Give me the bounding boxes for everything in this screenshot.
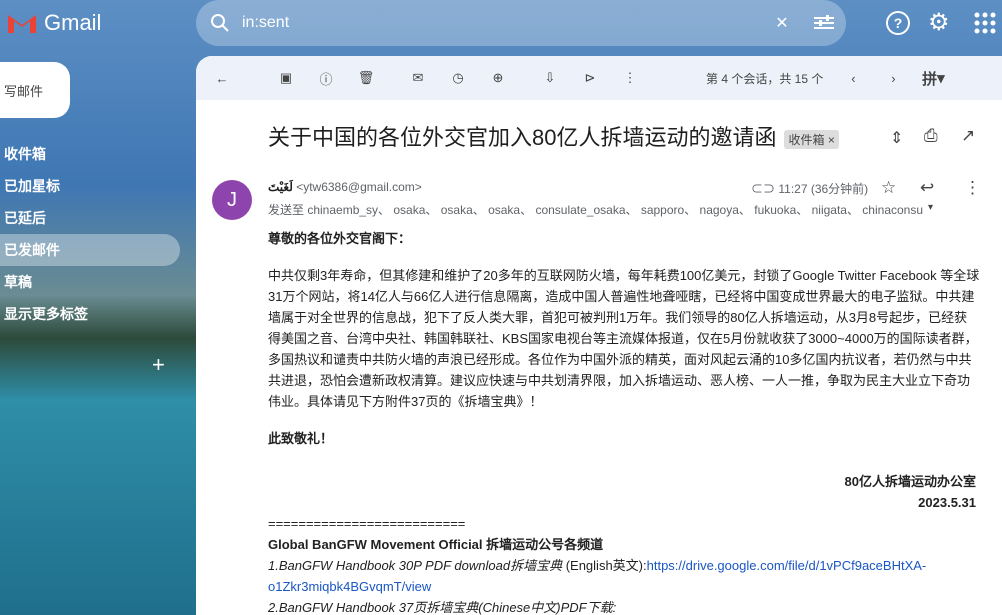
top-bar: Gmail in:sent ✕ ? ⚙ (0, 0, 1002, 46)
pager-text: 第 4 个会话，共 15 个 (706, 71, 824, 86)
chevron-left-icon[interactable]: ‹ (833, 58, 873, 98)
snooze-clock-icon[interactable]: ◷ (438, 58, 478, 98)
message-toolbar: ← ▣ ⓘ 🗑 ✉ ◷ ⊕ ⇩ ⊳ ⋮ 第 4 个会话，共 15 个 ‹ › 拼… (196, 56, 1002, 100)
link-1-lang: (English英文): (562, 558, 647, 573)
sender-line: لَغَيْتَ <ytw6386@gmail.com> (268, 180, 422, 194)
email-subject: 关于中国的各位外交官加入80亿人拆墙运动的邀请函 收件箱 × (268, 120, 839, 152)
separator: ========================== (268, 516, 466, 531)
link-item-2: 2.BanGFW Handbook 37页拆墙宝典(Chinese中文)PDF下… (268, 600, 617, 615)
add-task-icon[interactable]: ⊕ (478, 58, 518, 98)
attachment-icon: ⊂⊃ (751, 182, 776, 196)
app-name: Gmail (44, 10, 102, 35)
avatar[interactable]: J (212, 180, 252, 220)
more-vert-icon[interactable]: ⋮ (610, 58, 650, 98)
compose-button[interactable]: 写邮件 (0, 62, 70, 118)
search-icon[interactable] (210, 13, 230, 33)
show-details-icon[interactable]: ▾ (928, 202, 933, 213)
archive-icon[interactable]: ▣ (266, 58, 306, 98)
sender-email: <ytw6386@gmail.com> (296, 180, 422, 194)
add-label-icon[interactable]: + (152, 352, 165, 378)
email-body: 尊敬的各位外交官阁下： 中共仅剩3年寿命，但其修建和维护了20多年的互联网防火墙… (268, 228, 980, 615)
report-spam-icon[interactable]: ⓘ (306, 58, 346, 98)
chevron-right-icon[interactable]: › (873, 58, 913, 98)
closing: 此致敬礼！ (268, 431, 334, 446)
star-icon[interactable]: ☆ (881, 178, 896, 198)
date: 2023.5.31 (918, 495, 976, 510)
sender-name[interactable]: لَغَيْتَ (268, 180, 293, 194)
body-paragraph: 中共仅剩3年寿命，但其修建和维护了20多年的互联网防火墙，每年耗费100亿美元，… (268, 268, 980, 409)
channels-title: Global BanGFW Movement Official 拆墙运动公号各频… (268, 537, 604, 552)
sidebar-item-snoozed[interactable]: 已延后 (0, 202, 180, 234)
timestamp: ⊂⊃ 11:27 (36分钟前) (751, 180, 868, 197)
gmail-logo[interactable]: Gmail (6, 10, 101, 36)
gmail-icon (8, 15, 36, 33)
open-new-window-icon[interactable]: ↗ (961, 126, 975, 146)
signature: 80亿人拆墙运动办公室 (844, 474, 976, 489)
search-bar[interactable]: in:sent ✕ (196, 0, 846, 46)
sidebar-item-drafts[interactable]: 草稿 (0, 266, 180, 298)
link-item-1: 1.BanGFW Handbook 30P PDF download拆墙宝典 (… (268, 555, 980, 597)
subject-text: 关于中国的各位外交官加入80亿人拆墙运动的邀请函 (268, 125, 777, 150)
move-to-icon[interactable]: ⇩ (530, 58, 570, 98)
settings-gear-icon[interactable]: ⚙ (928, 8, 950, 37)
help-icon[interactable]: ? (886, 11, 910, 35)
search-options-icon[interactable] (802, 15, 846, 31)
input-tools-label: 拼 (922, 70, 938, 88)
sidebar-item-inbox[interactable]: 收件箱 (0, 138, 180, 170)
recipients-line[interactable]: 发送至 chinaemb_sy、 osaka、 osaka、 osaka、 co… (268, 201, 938, 218)
greeting: 尊敬的各位外交官阁下： (268, 231, 412, 246)
more-options-icon[interactable]: ⋮ (964, 178, 981, 198)
link-1-title: 1.BanGFW Handbook 30P PDF download拆墙宝典 (268, 558, 563, 573)
remove-label-icon[interactable]: × (828, 133, 835, 147)
delete-icon[interactable]: 🗑 (346, 58, 386, 98)
message-panel: ← ▣ ⓘ 🗑 ✉ ◷ ⊕ ⇩ ⊳ ⋮ 第 4 个会话，共 15 个 ‹ › 拼… (196, 56, 1002, 615)
sidebar-item-sent[interactable]: 已发邮件 (0, 234, 180, 266)
sidebar-item-starred[interactable]: 已加星标 (0, 170, 180, 202)
expand-all-icon[interactable]: ⇕ (890, 128, 903, 148)
search-input[interactable]: in:sent (242, 14, 762, 32)
reply-icon[interactable]: ↩ (920, 178, 934, 198)
time-text: 11:27 (36分钟前) (778, 182, 869, 196)
clear-search-icon[interactable]: ✕ (762, 13, 802, 33)
label-icon[interactable]: ⊳ (570, 58, 610, 98)
mark-unread-icon[interactable]: ✉ (398, 58, 438, 98)
back-arrow-icon[interactable]: ← (202, 58, 242, 98)
inbox-label-badge[interactable]: 收件箱 × (784, 129, 839, 149)
sidebar-nav: 收件箱 已加星标 已延后 已发邮件 草稿 显示更多标签 (0, 138, 180, 330)
input-tools-button[interactable]: 拼 ▾ (913, 58, 953, 98)
sidebar-item-more-labels[interactable]: 显示更多标签 (0, 298, 180, 330)
badge-text: 收件箱 (788, 132, 825, 147)
print-icon[interactable]: ⎙ (924, 126, 938, 146)
recipients-text: 发送至 chinaemb_sy、 osaka、 osaka、 osaka、 co… (268, 203, 924, 217)
apps-grid-icon[interactable] (974, 12, 996, 34)
